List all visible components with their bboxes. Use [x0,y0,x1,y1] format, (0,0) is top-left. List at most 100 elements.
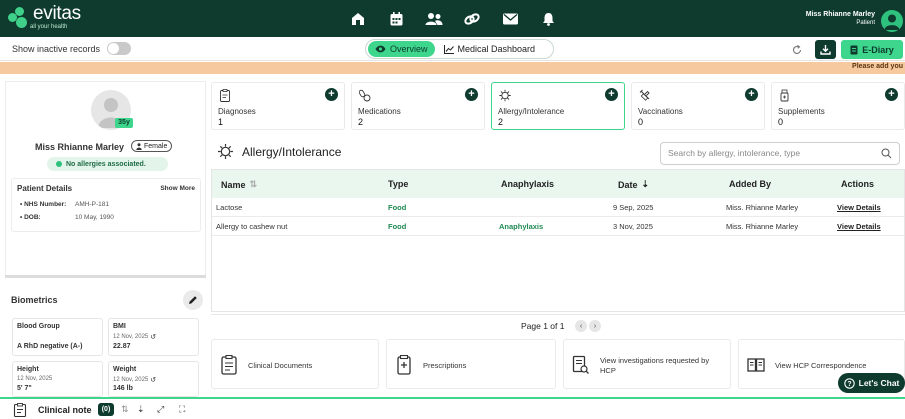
allergy-search-input[interactable] [668,148,873,158]
refresh-button[interactable] [787,41,807,58]
e-diary-button[interactable]: E-Diary [841,40,903,59]
add-medication-button[interactable]: + [465,88,478,101]
calendar-icon[interactable] [387,10,405,28]
column-added-by-label: Added By [729,179,772,189]
column-date[interactable]: Date ⇣ [618,179,649,190]
patient-summary-panel: 35y Miss Rhianne Marley Female No allerg… [5,81,206,278]
cell-date: 3 Nov, 2025 [613,222,653,231]
supplements-count: 0 [778,117,784,127]
allergy-status-badge: No allergies associated. [47,157,168,171]
clipboard-list-icon [221,355,237,375]
prescription-icon [397,355,411,375]
age-badge: 35y [115,118,133,128]
bmi-date: 12 Nov, 2025 [113,334,149,340]
next-page-button[interactable]: › [589,320,601,332]
cell-type: Food [388,222,407,231]
height-date: 12 Nov, 2025 [17,376,53,382]
add-vaccination-button[interactable]: + [745,88,758,101]
view-details-link[interactable]: View Details [837,203,881,212]
clinical-note-label[interactable]: Clinical note [38,405,92,415]
medications-count: 2 [358,117,364,127]
overview-label: Overview [390,44,428,54]
refresh-icon [792,44,802,54]
pencil-icon [189,296,197,304]
weight-label: Weight [113,366,137,373]
column-actions-label: Actions [841,179,875,189]
investigations-card[interactable]: View investigations requested by HCP [563,339,731,389]
download-icon [820,45,831,55]
virus-icon [499,89,511,102]
cell-added-by: Miss. Rhianne Marley [726,222,799,231]
sort-desc-icon[interactable]: ⇣ [137,404,145,415]
link-icon[interactable] [463,10,481,28]
patient-details-title: Patient Details [17,184,73,193]
view-details-link[interactable]: View Details [837,222,881,231]
cell-anaphylaxis: Anaphylaxis [499,222,544,231]
blood-group-value: A RhD negative (A-) [17,343,83,350]
column-anaphylaxis: Anaphylaxis [501,179,554,189]
cell-name: Allergy to cashew nut [216,222,288,231]
show-more-link[interactable]: Show More [160,185,195,192]
edit-biometrics-button[interactable] [183,290,203,310]
biometrics-panel: Biometrics Blood Group A RhD negative (A… [5,284,206,399]
fullscreen-icon[interactable]: ⛶ [179,404,185,415]
weight-card: Weight 12 Nov, 2025 ↺ 146 lb [108,361,199,397]
search-icon[interactable] [881,148,892,159]
prescriptions-card[interactable]: Prescriptions [386,339,556,389]
clinical-note-count: (0) [98,403,114,416]
investigations-label: View investigations requested by HCP [600,356,710,375]
bell-icon[interactable] [539,10,557,28]
pagination: Page 1 of 1 ‹ › [211,314,905,336]
prescriptions-label: Prescriptions [423,361,467,370]
history-icon[interactable]: ↺ [150,333,156,341]
overview-tab[interactable]: Overview [368,41,435,57]
mail-icon[interactable] [501,10,519,28]
column-type-label: Type [388,179,409,189]
show-inactive-toggle[interactable] [107,42,131,55]
weight-value: 146 lb [113,385,133,392]
nhs-number-value: AMH-P-181 [75,201,109,208]
medications-card[interactable]: + Medications 2 [351,82,485,130]
column-name[interactable]: Name ⇅ [221,179,257,190]
panel-scroll-hint [5,275,206,278]
blood-group-label: Blood Group [17,323,60,330]
height-value: 5' 7" [17,385,32,392]
dob-label: DOB: [24,214,41,221]
allergy-intolerance-card[interactable]: + Allergy/Intolerance 2 [491,82,625,130]
sort-icon[interactable]: ⇅ [121,404,129,415]
status-dot-icon [56,161,62,167]
help-circle-icon: ? [843,377,855,389]
dob-row: • DOB: 10 May, 1990 [20,214,114,221]
virus-icon [218,144,233,159]
vaccinations-card[interactable]: + Vaccinations 0 [631,82,765,130]
lets-chat-button[interactable]: ? Let's Chat [838,373,905,393]
diagnoses-card[interactable]: + Diagnoses 1 [211,82,345,130]
person-icon [136,142,142,150]
add-supplement-button[interactable]: + [885,88,898,101]
bmi-label: BMI [113,323,126,330]
clinical-documents-card[interactable]: Clinical Documents [211,339,379,389]
user-avatar[interactable] [881,10,903,32]
supplements-card[interactable]: + Supplements 0 [771,82,905,130]
dob-value: 10 May, 1990 [75,214,114,221]
sort-icon[interactable]: ⇅ [250,179,258,190]
book-open-icon [747,358,765,372]
section-title: Allergy/Intolerance [242,144,342,159]
user-role: Patient [856,20,875,26]
history-icon[interactable]: ↺ [150,376,156,384]
sub-toolbar: Show inactive records Overview Medical D… [0,37,905,61]
prev-page-button[interactable]: ‹ [575,320,587,332]
medical-dashboard-tab[interactable]: Medical Dashboard [443,44,535,54]
add-allergy-button[interactable]: + [605,88,618,101]
top-navigation [349,0,557,37]
sort-desc-icon[interactable]: ⇣ [642,179,650,190]
add-diagnosis-button[interactable]: + [325,88,338,101]
home-icon[interactable] [349,10,367,28]
document-search-icon [572,355,589,374]
expand-icon[interactable]: ⤢ [157,404,164,415]
people-icon[interactable] [425,10,443,28]
user-info[interactable]: Miss Rhianne Marley Patient [806,11,875,26]
download-button[interactable] [815,40,836,59]
user-name: Miss Rhianne Marley [805,11,875,18]
nhs-number-label: NHS Number: [24,201,67,208]
